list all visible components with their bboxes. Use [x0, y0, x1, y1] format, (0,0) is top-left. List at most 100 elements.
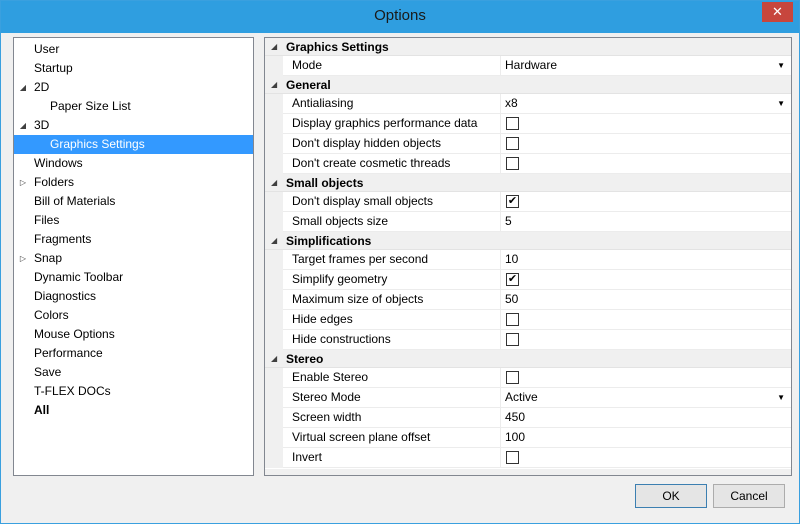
tree-item-fragments[interactable]: Fragments [14, 230, 253, 249]
options-tree[interactable]: User Startup ◢ 2D Paper Size List ◢ 3D G… [13, 37, 254, 476]
property-name: Maximum size of objects [292, 292, 424, 306]
expand-arrow-icon[interactable]: ▷ [18, 173, 28, 192]
collapse-arrow-icon[interactable]: ◢ [271, 232, 277, 250]
close-icon[interactable]: ✕ [762, 2, 793, 22]
tree-item-startup[interactable]: Startup [14, 59, 253, 78]
property-row-screen-width[interactable]: Screen width 450 [265, 408, 791, 428]
hidden-objects-checkbox[interactable] [506, 137, 519, 150]
chevron-down-icon[interactable]: ▼ [777, 56, 785, 75]
simplify-geometry-checkbox[interactable]: ✔ [506, 273, 519, 286]
column-separator [500, 56, 501, 76]
category-simplifications[interactable]: ◢ Simplifications [265, 232, 791, 250]
collapse-arrow-icon[interactable]: ◢ [271, 174, 277, 192]
hide-edges-checkbox[interactable] [506, 313, 519, 326]
collapse-arrow-icon[interactable]: ◢ [18, 116, 28, 135]
row-gutter [265, 250, 283, 270]
chevron-down-icon[interactable]: ▼ [777, 94, 785, 113]
category-general[interactable]: ◢ General [265, 76, 791, 94]
row-gutter [265, 388, 283, 408]
property-row-target-fps[interactable]: Target frames per second 10 [265, 250, 791, 270]
chevron-down-icon[interactable]: ▼ [777, 388, 785, 407]
tree-item-tflex-docs[interactable]: T-FLEX DOCs [14, 382, 253, 401]
expand-arrow-icon[interactable]: ▷ [18, 249, 28, 268]
stereo-mode-select[interactable]: Active [505, 388, 538, 407]
tree-item-label: Graphics Settings [50, 137, 145, 151]
column-separator [500, 330, 501, 350]
property-row-enable-stereo[interactable]: Enable Stereo [265, 368, 791, 388]
ok-button[interactable]: OK [635, 484, 707, 508]
category-small-objects[interactable]: ◢ Small objects [265, 174, 791, 192]
property-name: Don't display hidden objects [292, 136, 442, 150]
tree-item-performance[interactable]: Performance [14, 344, 253, 363]
column-separator [500, 192, 501, 212]
target-fps-field[interactable]: 10 [505, 250, 518, 269]
tree-item-graphics-settings[interactable]: Graphics Settings [14, 135, 253, 154]
tree-item-all[interactable]: All [14, 401, 253, 420]
category-label: Graphics Settings [286, 40, 389, 54]
property-row-simplify-geometry[interactable]: Simplify geometry ✔ [265, 270, 791, 290]
tree-item-colors[interactable]: Colors [14, 306, 253, 325]
tree-item-dynamic-toolbar[interactable]: Dynamic Toolbar [14, 268, 253, 287]
property-row-max-object-size[interactable]: Maximum size of objects 50 [265, 290, 791, 310]
collapse-arrow-icon[interactable]: ◢ [271, 350, 277, 368]
property-name: Display graphics performance data [292, 116, 478, 130]
mode-select[interactable]: Hardware [505, 56, 557, 75]
small-objects-checkbox[interactable]: ✔ [506, 195, 519, 208]
category-graphics-settings[interactable]: ◢ Graphics Settings [265, 38, 791, 56]
window-title: Options [374, 7, 426, 24]
tree-item-mouse-options[interactable]: Mouse Options [14, 325, 253, 344]
property-row-invert[interactable]: Invert [265, 448, 791, 468]
property-row-small-objects-size[interactable]: Small objects size 5 [265, 212, 791, 232]
property-row-small-objects[interactable]: Don't display small objects ✔ [265, 192, 791, 212]
screen-width-field[interactable]: 450 [505, 408, 525, 427]
property-row-display-performance-data[interactable]: Display graphics performance data [265, 114, 791, 134]
tree-item-save[interactable]: Save [14, 363, 253, 382]
tree-item-label: Windows [34, 156, 83, 170]
tree-item-snap[interactable]: ▷ Snap [14, 249, 253, 268]
property-grid[interactable]: ◢ Graphics Settings Mode Hardware ▼ ◢ Ge… [264, 37, 792, 476]
tree-item-diagnostics[interactable]: Diagnostics [14, 287, 253, 306]
tree-item-folders[interactable]: ▷ Folders [14, 173, 253, 192]
category-stereo[interactable]: ◢ Stereo [265, 350, 791, 368]
tree-item-label: User [34, 42, 60, 56]
small-objects-size-field[interactable]: 5 [505, 212, 512, 231]
row-gutter [265, 134, 283, 154]
tree-item-label: Performance [34, 346, 103, 360]
collapse-arrow-icon[interactable]: ◢ [271, 38, 277, 56]
tree-item-label: Snap [34, 251, 63, 265]
property-row-mode[interactable]: Mode Hardware ▼ [265, 56, 791, 76]
antialiasing-select[interactable]: x8 [505, 94, 518, 113]
collapse-arrow-icon[interactable]: ◢ [18, 78, 28, 97]
property-row-stereo-mode[interactable]: Stereo Mode Active ▼ [265, 388, 791, 408]
property-row-cosmetic-threads[interactable]: Don't create cosmetic threads [265, 154, 791, 174]
property-row-plane-offset[interactable]: Virtual screen plane offset 100 [265, 428, 791, 448]
tree-item-3d[interactable]: ◢ 3D [14, 116, 253, 135]
tree-item-label: All [34, 403, 50, 417]
dialog-body: User Startup ◢ 2D Paper Size List ◢ 3D G… [7, 33, 793, 519]
hide-constructions-checkbox[interactable] [506, 333, 519, 346]
tree-item-bill-of-materials[interactable]: Bill of Materials [14, 192, 253, 211]
collapse-arrow-icon[interactable]: ◢ [271, 76, 277, 94]
invert-checkbox[interactable] [506, 451, 519, 464]
category-label: Simplifications [286, 234, 372, 248]
row-gutter [265, 154, 283, 174]
property-row-hide-constructions[interactable]: Hide constructions [265, 330, 791, 350]
tree-item-label: Colors [34, 308, 69, 322]
tree-item-files[interactable]: Files [14, 211, 253, 230]
column-separator [500, 114, 501, 134]
display-performance-data-checkbox[interactable] [506, 117, 519, 130]
tree-item-user[interactable]: User [14, 40, 253, 59]
tree-item-paper-size-list[interactable]: Paper Size List [14, 97, 253, 116]
column-separator [500, 290, 501, 310]
column-separator [500, 310, 501, 330]
property-row-antialiasing[interactable]: Antialiasing x8 ▼ [265, 94, 791, 114]
tree-item-2d[interactable]: ◢ 2D [14, 78, 253, 97]
property-row-hide-edges[interactable]: Hide edges [265, 310, 791, 330]
tree-item-windows[interactable]: Windows [14, 154, 253, 173]
cosmetic-threads-checkbox[interactable] [506, 157, 519, 170]
enable-stereo-checkbox[interactable] [506, 371, 519, 384]
property-row-hidden-objects[interactable]: Don't display hidden objects [265, 134, 791, 154]
cancel-button[interactable]: Cancel [713, 484, 785, 508]
plane-offset-field[interactable]: 100 [505, 428, 525, 447]
max-object-size-field[interactable]: 50 [505, 290, 518, 309]
